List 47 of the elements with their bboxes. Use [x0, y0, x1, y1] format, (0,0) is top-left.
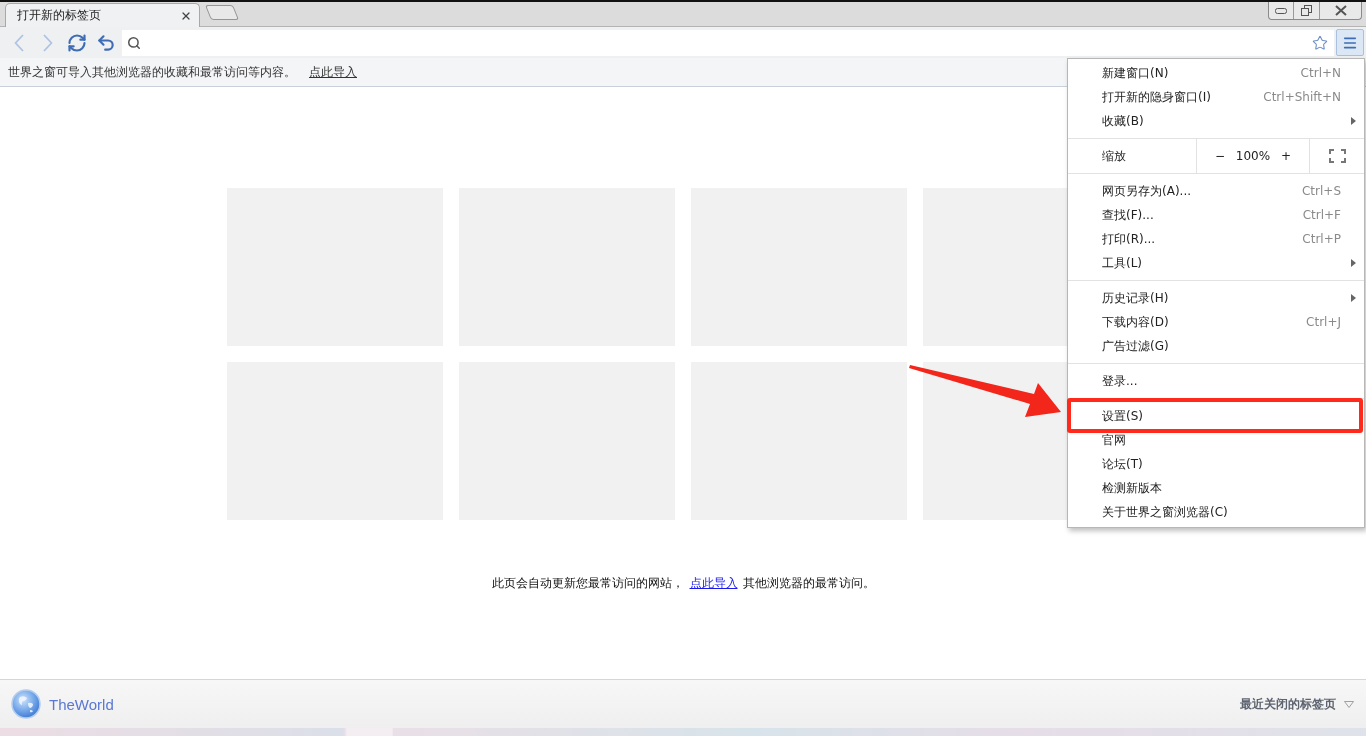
brand-name[interactable]: TheWorld	[49, 695, 114, 713]
menu-item[interactable]: 网页另存为(A)... Ctrl+S	[1068, 179, 1364, 203]
menu-item[interactable]: 下载内容(D) Ctrl+J	[1068, 310, 1364, 334]
menu-item[interactable]: 广告过滤(G)	[1068, 334, 1364, 358]
close-icon	[1334, 5, 1347, 16]
menu-item[interactable]: 打印(R)... Ctrl+P	[1068, 227, 1364, 251]
restore-icon	[1301, 5, 1312, 16]
menu-item[interactable]: 历史记录(H)	[1068, 286, 1364, 310]
shortcut-text: Ctrl+N	[1300, 66, 1341, 80]
menu-item[interactable]: 收藏(B)	[1068, 109, 1364, 133]
search-icon	[127, 35, 141, 50]
hint-text: 此页会自动更新您最常访问的网站， 点此导入 其他浏览器的最常访问。	[491, 575, 875, 592]
new-tab-button[interactable]	[204, 5, 240, 20]
zoom-value: 100%	[1235, 149, 1271, 163]
zoom-in-button[interactable]: +	[1276, 149, 1295, 163]
browser-tab[interactable]: 打开新的标签页	[5, 3, 200, 27]
fullscreen-icon	[1328, 149, 1346, 163]
menu-item[interactable]: 设置(S)	[1068, 404, 1364, 428]
recent-tabs-button[interactable]: 最近关闭的标签页	[1240, 695, 1336, 713]
info-text: 世界之窗可导入其他浏览器的收藏和最常访问等内容。	[8, 63, 296, 81]
import-link[interactable]: 点此导入	[309, 63, 357, 81]
caret-icon[interactable]	[1344, 700, 1354, 708]
menu-item[interactable]: 查找(F)... Ctrl+F	[1068, 203, 1364, 227]
shortcut-text: Ctrl+Shift+N	[1263, 90, 1341, 104]
minimize-icon	[1275, 7, 1287, 14]
address-field[interactable]	[122, 29, 1334, 56]
tab-title: 打开新的标签页	[17, 7, 101, 24]
menu-button[interactable]	[1336, 29, 1364, 56]
undo-icon	[95, 32, 116, 53]
globe-icon	[11, 689, 41, 719]
shortcut-text: Ctrl+P	[1302, 232, 1341, 246]
refresh-icon	[66, 32, 87, 53]
menu-item[interactable]: 官网	[1068, 428, 1364, 452]
zoom-out-button[interactable]: −	[1211, 149, 1230, 163]
star-icon[interactable]	[1312, 34, 1328, 51]
menu-item[interactable]: 工具(L)	[1068, 251, 1364, 275]
shortcut-text: Ctrl+J	[1306, 315, 1341, 329]
zoom-label: 缩放	[1101, 147, 1127, 165]
menu-item[interactable]: 关于世界之窗浏览器(C)	[1068, 500, 1364, 524]
menu-item[interactable]: 检测新版本	[1068, 476, 1364, 500]
menu-item[interactable]: 新建窗口(N) Ctrl+N	[1068, 61, 1364, 85]
menu-item[interactable]: 打开新的隐身窗口(I) Ctrl+Shift+N	[1068, 85, 1364, 109]
menu-item[interactable]: 论坛(T)	[1068, 452, 1364, 476]
menu-item[interactable]: 登录...	[1068, 369, 1364, 393]
import-link[interactable]: 点此导入	[689, 576, 738, 590]
shortcut-text: Ctrl+S	[1301, 184, 1341, 198]
shortcut-text: Ctrl+F	[1302, 208, 1341, 222]
